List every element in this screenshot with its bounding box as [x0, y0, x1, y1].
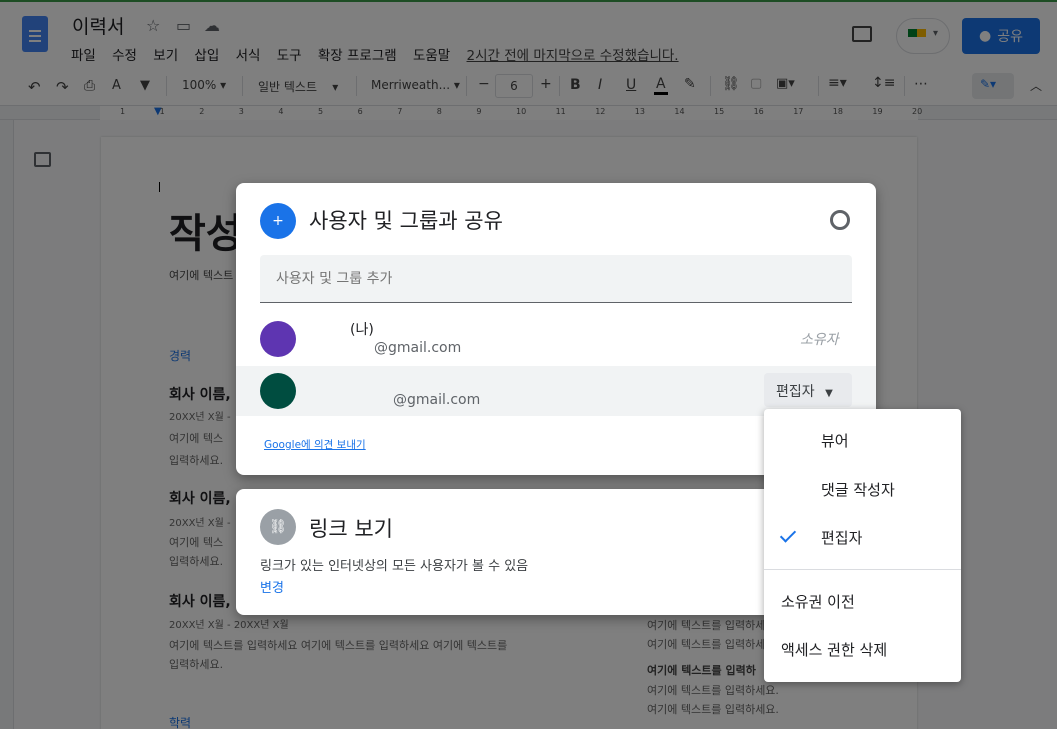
gear-icon[interactable] — [830, 210, 850, 230]
user-email: @gmail.com — [393, 392, 481, 408]
menu-divider — [764, 569, 961, 570]
owner-role: 소유자 — [800, 332, 839, 348]
link-access-description: 링크가 있는 인터넷상의 모든 사용자가 볼 수 있음 — [260, 559, 529, 574]
link-icon: ⛓ — [260, 509, 296, 545]
menu-item-editor[interactable]: 편집자 — [821, 527, 862, 548]
avatar — [260, 321, 296, 357]
check-icon — [779, 526, 797, 543]
feedback-link[interactable]: Google에 의견 보내기 — [264, 437, 366, 452]
menu-item-commenter[interactable]: 댓글 작성자 — [821, 479, 895, 500]
menu-item-transfer-ownership[interactable]: 소유권 이전 — [781, 591, 855, 612]
change-link-button[interactable]: 변경 — [260, 577, 284, 596]
menu-item-remove-access[interactable]: 액세스 권한 삭제 — [781, 639, 887, 660]
dialog-title: 사용자 및 그룹과 공유 — [309, 209, 503, 233]
add-people-input[interactable] — [260, 255, 852, 303]
role-dropdown[interactable]: 편집자 ▼ — [764, 373, 852, 407]
chevron-down-icon: ▼ — [825, 388, 833, 399]
avatar — [260, 373, 296, 409]
role-value: 편집자 — [776, 384, 815, 400]
owner-email: @gmail.com — [374, 340, 462, 356]
owner-me-tag: (나) — [350, 322, 374, 338]
role-menu: 뷰어 댓글 작성자 편집자 소유권 이전 액세스 권한 삭제 — [764, 409, 961, 682]
link-dialog-title: 링크 보기 — [309, 517, 393, 541]
menu-item-viewer[interactable]: 뷰어 — [821, 430, 849, 451]
add-person-icon: + — [260, 203, 296, 239]
